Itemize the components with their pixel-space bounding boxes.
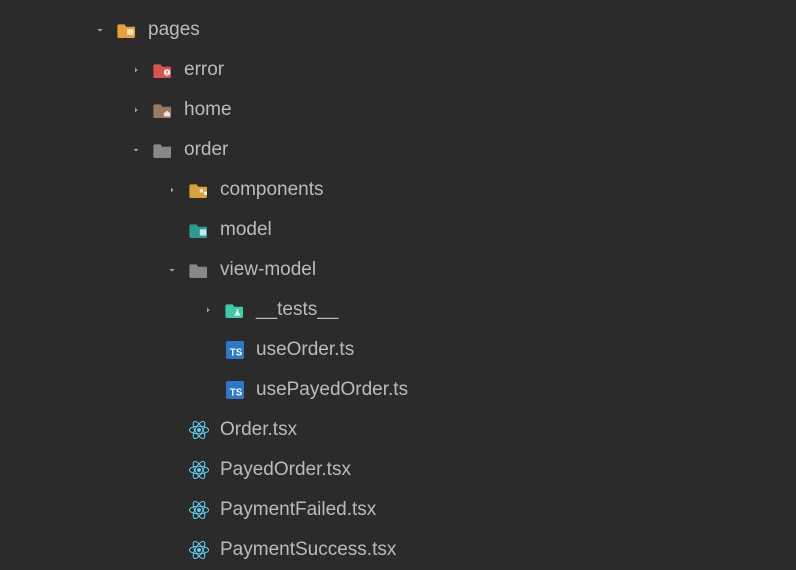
folder-icon xyxy=(152,139,174,161)
chevron-down-icon[interactable] xyxy=(162,260,182,280)
tree-item-payment-failed-tsx[interactable]: PaymentFailed.tsx xyxy=(0,490,796,530)
tree-label-components: components xyxy=(220,179,324,201)
react-file-icon xyxy=(188,499,210,521)
chevron-right-icon[interactable] xyxy=(126,100,146,120)
folder-pages-icon xyxy=(116,19,138,41)
folder-error-icon xyxy=(152,59,174,81)
tree-item-view-model[interactable]: view-model xyxy=(0,250,796,290)
tree-item-payed-order-tsx[interactable]: PayedOrder.tsx xyxy=(0,450,796,490)
tree-item-use-payed-order[interactable]: TS usePayedOrder.ts xyxy=(0,370,796,410)
tree-item-model[interactable]: model xyxy=(0,210,796,250)
tree-item-tests[interactable]: __tests__ xyxy=(0,290,796,330)
tree-label-order: order xyxy=(184,139,228,161)
chevron-right-icon[interactable] xyxy=(126,60,146,80)
tree-item-home[interactable]: home xyxy=(0,90,796,130)
tree-item-payment-success-tsx[interactable]: PaymentSuccess.tsx xyxy=(0,530,796,570)
tree-item-pages[interactable]: pages xyxy=(0,10,796,50)
folder-components-icon xyxy=(188,179,210,201)
tree-item-use-order[interactable]: TS useOrder.ts xyxy=(0,330,796,370)
chevron-down-icon[interactable] xyxy=(126,140,146,160)
tree-label-tests: __tests__ xyxy=(256,299,338,321)
folder-home-icon xyxy=(152,99,174,121)
tree-label-error: error xyxy=(184,59,224,81)
folder-tests-icon xyxy=(224,299,246,321)
tree-label-payed-order-tsx: PayedOrder.tsx xyxy=(220,459,351,481)
tree-label-use-order: useOrder.ts xyxy=(256,339,354,361)
tree-label-view-model: view-model xyxy=(220,259,316,281)
tree-label-order-tsx: Order.tsx xyxy=(220,419,297,441)
typescript-file-icon: TS xyxy=(224,379,246,401)
tree-label-pages: pages xyxy=(148,19,200,41)
folder-model-icon xyxy=(188,219,210,241)
tree-label-payment-failed-tsx: PaymentFailed.tsx xyxy=(220,499,376,521)
tree-item-order[interactable]: order xyxy=(0,130,796,170)
react-file-icon xyxy=(188,459,210,481)
tree-label-home: home xyxy=(184,99,232,121)
react-file-icon xyxy=(188,419,210,441)
tree-item-error[interactable]: error xyxy=(0,50,796,90)
svg-text:TS: TS xyxy=(230,347,243,358)
tree-label-model: model xyxy=(220,219,272,241)
chevron-down-icon[interactable] xyxy=(90,20,110,40)
typescript-file-icon: TS xyxy=(224,339,246,361)
folder-icon xyxy=(188,259,210,281)
tree-item-order-tsx[interactable]: Order.tsx xyxy=(0,410,796,450)
svg-text:TS: TS xyxy=(230,387,243,398)
chevron-right-icon[interactable] xyxy=(162,180,182,200)
chevron-right-icon[interactable] xyxy=(198,300,218,320)
tree-item-components[interactable]: components xyxy=(0,170,796,210)
tree-label-use-payed-order: usePayedOrder.ts xyxy=(256,379,408,401)
